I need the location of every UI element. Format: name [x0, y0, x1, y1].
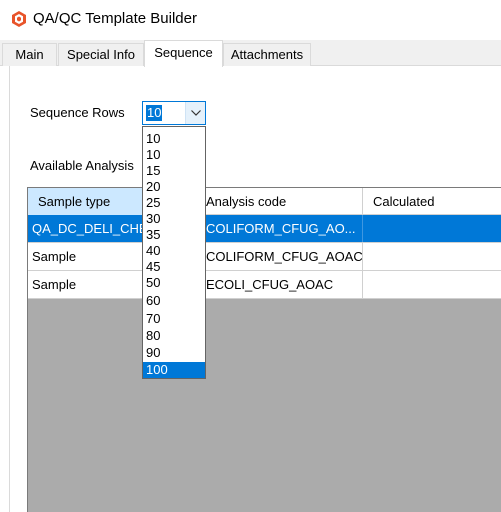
- tab-bar: Main Special Info Sequence Attachments: [0, 40, 501, 67]
- dropdown-option[interactable]: 90: [143, 345, 205, 361]
- cell-analysis-code[interactable]: ECOLI_CFUG_AOAC: [206, 271, 363, 298]
- dropdown-option[interactable]: 45: [143, 259, 205, 275]
- dropdown-option[interactable]: 35: [143, 227, 205, 243]
- dropdown-option[interactable]: 15: [143, 163, 205, 179]
- dropdown-button[interactable]: [185, 102, 205, 124]
- app-logo-icon: [12, 11, 26, 27]
- dropdown-option[interactable]: 10: [143, 147, 205, 163]
- sequence-rows-label: Sequence Rows: [30, 105, 125, 120]
- dropdown-option[interactable]: 30: [143, 211, 205, 227]
- sequence-rows-value: 10: [146, 105, 163, 121]
- analysis-grid[interactable]: Sample type Analysis code Calculated QA_…: [27, 187, 501, 512]
- table-row[interactable]: Sample COLIFORM_CFUG_AOAC: [28, 243, 501, 271]
- dropdown-option[interactable]: 60: [143, 293, 205, 309]
- column-header-calculated[interactable]: Calculated: [363, 188, 501, 215]
- chevron-down-icon: [191, 110, 201, 116]
- table-row[interactable]: Sample ECOLI_CFUG_AOAC: [28, 271, 501, 299]
- dropdown-option[interactable]: 10: [143, 131, 205, 147]
- dropdown-option[interactable]: 40: [143, 243, 205, 259]
- available-analysis-label: Available Analysis: [30, 158, 134, 173]
- sequence-rows-dropdown-list[interactable]: 10 10 15 20 25 30 35 40 45 50 60 70 80 9…: [142, 126, 206, 379]
- grid-header: Sample type Analysis code Calculated: [28, 188, 501, 215]
- dropdown-option[interactable]: 80: [143, 328, 205, 344]
- tab-sequence[interactable]: Sequence: [144, 40, 223, 67]
- dropdown-option-highlighted[interactable]: 100: [143, 362, 205, 378]
- cell-calculated[interactable]: [363, 243, 501, 270]
- cell-calculated[interactable]: [363, 271, 501, 298]
- dropdown-option[interactable]: 50: [143, 275, 205, 291]
- cell-analysis-code[interactable]: COLIFORM_CFUG_AO...: [206, 215, 363, 242]
- tab-main[interactable]: Main: [2, 43, 57, 66]
- sequence-rows-combobox[interactable]: 10: [142, 101, 206, 125]
- dropdown-option[interactable]: 25: [143, 195, 205, 211]
- dropdown-option[interactable]: 70: [143, 311, 205, 327]
- title-bar: QA/QC Template Builder: [0, 0, 501, 40]
- column-header-analysis-code[interactable]: Analysis code: [206, 188, 363, 215]
- dropdown-option[interactable]: 20: [143, 179, 205, 195]
- window-title: QA/QC Template Builder: [33, 10, 197, 27]
- cell-calculated[interactable]: [363, 215, 501, 242]
- cell-analysis-code[interactable]: COLIFORM_CFUG_AOAC: [206, 243, 363, 270]
- tab-special-info[interactable]: Special Info: [58, 43, 144, 66]
- table-row[interactable]: QA_DC_DELI_CHE COLIFORM_CFUG_AO...: [28, 215, 501, 243]
- tab-attachments[interactable]: Attachments: [223, 43, 311, 66]
